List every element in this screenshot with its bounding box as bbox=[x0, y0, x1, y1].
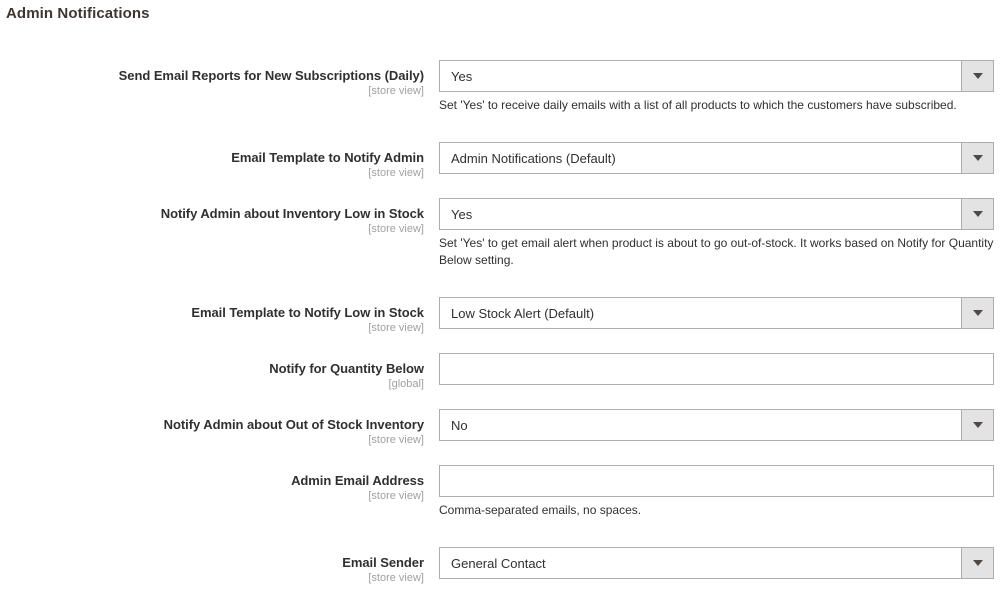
field-help-text: Comma-separated emails, no spaces. bbox=[439, 503, 642, 517]
chevron-down-glyph bbox=[972, 560, 983, 566]
chevron-down-glyph bbox=[972, 211, 983, 217]
field-control-notify-for-quantity-below bbox=[424, 353, 1006, 385]
label-text: Notify Admin about Out of Stock Inventor… bbox=[163, 417, 424, 432]
field-control-notify-admin-out-of-stock-inventory: No bbox=[424, 409, 1006, 441]
chevron-down-icon[interactable] bbox=[961, 298, 993, 328]
chevron-down-icon[interactable] bbox=[961, 199, 993, 229]
field-help-text: Set 'Yes' to get email alert when produc… bbox=[439, 236, 994, 267]
field-row-admin-email-address: Admin Email Address [store view] Comma-s… bbox=[0, 465, 1006, 519]
select-value: Low Stock Alert (Default) bbox=[451, 305, 595, 321]
chevron-down-icon[interactable] bbox=[961, 410, 993, 440]
field-label-email-template-notify-low-in-stock: Email Template to Notify Low in Stock [s… bbox=[0, 297, 424, 335]
select-email-sender[interactable]: General Contact bbox=[439, 547, 994, 579]
field-control-email-template-notify-admin: Admin Notifications (Default) bbox=[424, 142, 1006, 174]
chevron-down-glyph bbox=[972, 73, 983, 79]
field-row-notify-admin-out-of-stock-inventory: Notify Admin about Out of Stock Inventor… bbox=[0, 409, 1006, 447]
chevron-down-glyph bbox=[972, 422, 983, 428]
chevron-down-icon[interactable] bbox=[961, 143, 993, 173]
label-scope: [store view] bbox=[368, 490, 424, 502]
field-row-email-sender: Email Sender [store view] General Contac… bbox=[0, 547, 1006, 585]
chevron-down-icon[interactable] bbox=[961, 61, 993, 91]
label-scope: [global] bbox=[388, 378, 424, 390]
field-label-notify-admin-inventory-low-in-stock: Notify Admin about Inventory Low in Stoc… bbox=[0, 198, 424, 236]
notify-for-quantity-below-input[interactable] bbox=[439, 353, 994, 385]
field-label-email-sender: Email Sender [store view] bbox=[0, 547, 424, 585]
select-value: Yes bbox=[451, 206, 473, 222]
field-row-send-email-reports-new-subscriptions: Send Email Reports for New Subscriptions… bbox=[0, 60, 1006, 114]
field-control-admin-email-address: Comma-separated emails, no spaces. bbox=[424, 465, 1006, 519]
field-label-email-template-notify-admin: Email Template to Notify Admin [store vi… bbox=[0, 142, 424, 180]
label-text: Email Template to Notify Admin bbox=[231, 150, 424, 165]
label-text: Admin Email Address bbox=[291, 473, 424, 488]
select-send-email-reports-new-subscriptions[interactable]: Yes bbox=[439, 60, 994, 92]
chevron-down-glyph bbox=[972, 155, 983, 161]
select-email-template-notify-admin[interactable]: Admin Notifications (Default) bbox=[439, 142, 994, 174]
label-text: Send Email Reports for New Subscriptions… bbox=[118, 68, 424, 83]
chevron-down-icon[interactable] bbox=[961, 548, 993, 578]
field-control-notify-admin-inventory-low-in-stock: Yes Set 'Yes' to get email alert when pr… bbox=[424, 198, 1006, 269]
field-control-send-email-reports-new-subscriptions: Yes Set 'Yes' to receive daily emails wi… bbox=[424, 60, 1006, 114]
label-text: Email Sender bbox=[342, 555, 424, 570]
field-row-notify-admin-inventory-low-in-stock: Notify Admin about Inventory Low in Stoc… bbox=[0, 198, 1006, 269]
label-scope: [store view] bbox=[368, 167, 424, 179]
select-value: General Contact bbox=[451, 555, 546, 571]
select-notify-admin-out-of-stock-inventory[interactable]: No bbox=[439, 409, 994, 441]
field-help-text: Set 'Yes' to receive daily emails with a… bbox=[439, 98, 957, 112]
label-text: Notify for Quantity Below bbox=[269, 361, 424, 376]
label-text: Notify Admin about Inventory Low in Stoc… bbox=[160, 206, 424, 221]
label-scope: [store view] bbox=[368, 572, 424, 584]
label-scope: [store view] bbox=[368, 434, 424, 446]
admin-notifications-form: Send Email Reports for New Subscriptions… bbox=[0, 60, 1006, 598]
admin-email-address-input[interactable] bbox=[439, 465, 994, 497]
field-row-email-template-notify-low-in-stock: Email Template to Notify Low in Stock [s… bbox=[0, 297, 1006, 335]
select-notify-admin-inventory-low-in-stock[interactable]: Yes bbox=[439, 198, 994, 230]
field-control-email-sender: General Contact bbox=[424, 547, 1006, 579]
select-value: No bbox=[451, 417, 468, 433]
select-email-template-notify-low-in-stock[interactable]: Low Stock Alert (Default) bbox=[439, 297, 994, 329]
field-label-send-email-reports-new-subscriptions: Send Email Reports for New Subscriptions… bbox=[0, 60, 424, 98]
label-text: Email Template to Notify Low in Stock bbox=[191, 305, 424, 320]
field-row-notify-for-quantity-below: Notify for Quantity Below [global] bbox=[0, 353, 1006, 391]
field-control-email-template-notify-low-in-stock: Low Stock Alert (Default) bbox=[424, 297, 1006, 329]
label-scope: [store view] bbox=[368, 223, 424, 235]
chevron-down-glyph bbox=[972, 310, 983, 316]
select-value: Yes bbox=[451, 68, 473, 84]
label-scope: [store view] bbox=[368, 85, 424, 97]
label-scope: [store view] bbox=[368, 322, 424, 334]
page-title: Admin Notifications bbox=[6, 5, 150, 22]
select-value: Admin Notifications (Default) bbox=[451, 150, 616, 166]
field-label-notify-admin-out-of-stock-inventory: Notify Admin about Out of Stock Inventor… bbox=[0, 409, 424, 447]
field-label-admin-email-address: Admin Email Address [store view] bbox=[0, 465, 424, 503]
field-row-email-template-notify-admin: Email Template to Notify Admin [store vi… bbox=[0, 142, 1006, 180]
field-label-notify-for-quantity-below: Notify for Quantity Below [global] bbox=[0, 353, 424, 391]
